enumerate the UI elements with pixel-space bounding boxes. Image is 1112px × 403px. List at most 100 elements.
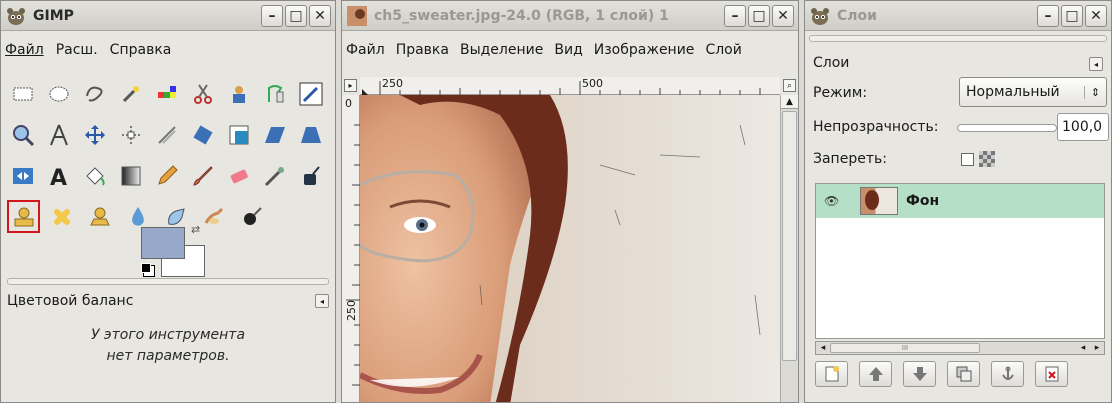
anchor-layer-button[interactable] xyxy=(991,361,1024,387)
layers-tab-label: Слои xyxy=(813,55,850,71)
paintbrush-icon[interactable] xyxy=(188,159,219,192)
layer-row[interactable]: 👁 Фон xyxy=(816,184,1104,218)
delete-layer-button[interactable] xyxy=(1035,361,1068,387)
minimize-icon[interactable]: – xyxy=(1037,4,1059,27)
menu-file[interactable]: Файл xyxy=(5,42,44,58)
image-title: ch5_sweater.jpg-24.0 (RGB, 1 слой) 1 xyxy=(374,7,669,24)
duplicate-layer-button[interactable] xyxy=(947,361,980,387)
menu-file[interactable]: Файл xyxy=(346,42,385,58)
gimp-logo-icon xyxy=(809,5,831,27)
arrow-up-icon xyxy=(868,367,883,381)
default-colors-icon[interactable] xyxy=(141,263,151,273)
minimize-icon[interactable]: – xyxy=(724,4,746,27)
paths-icon[interactable] xyxy=(260,77,291,110)
scroll-up-icon[interactable]: ▲ xyxy=(781,95,798,109)
mode-dropdown[interactable]: Нормальный ⇕ xyxy=(959,77,1107,107)
foreground-color-swatch[interactable] xyxy=(141,227,185,259)
opacity-spinbox[interactable]: 100,0 xyxy=(1057,113,1109,141)
select-by-color-icon[interactable] xyxy=(151,77,182,110)
image-canvas[interactable] xyxy=(360,95,780,402)
close-icon[interactable]: ✕ xyxy=(1085,4,1107,27)
flip-icon[interactable] xyxy=(7,159,38,192)
tool-grid: A xyxy=(7,77,327,241)
tab-menu-icon[interactable]: ◂ xyxy=(315,294,329,308)
close-icon[interactable]: ✕ xyxy=(309,4,331,27)
text-icon[interactable]: A xyxy=(43,159,74,192)
scroll-left-icon[interactable]: ◂ xyxy=(816,343,830,353)
quick-mask-menu-icon[interactable]: ▸ xyxy=(344,79,357,92)
close-icon[interactable]: ✕ xyxy=(772,4,794,27)
maximize-icon[interactable]: □ xyxy=(748,4,770,27)
tab-menu-icon[interactable]: ◂ xyxy=(1089,57,1103,71)
convolve-icon[interactable] xyxy=(235,200,268,233)
scroll-thumb[interactable]: III xyxy=(830,343,980,353)
vertical-scrollbar[interactable]: ▲ xyxy=(780,95,798,402)
measure-icon[interactable] xyxy=(43,118,74,151)
toolbox-titlebar[interactable]: GIMP – □ ✕ xyxy=(1,1,335,31)
blend-icon[interactable] xyxy=(115,159,146,192)
menu-help[interactable]: Справка xyxy=(110,42,172,58)
scroll-right-icon[interactable]: ▸ xyxy=(1090,343,1104,353)
mode-label: Режим: xyxy=(813,85,868,101)
dock-separator[interactable] xyxy=(7,278,329,285)
layer-name[interactable]: Фон xyxy=(906,193,939,209)
color-picker-icon[interactable] xyxy=(296,77,327,110)
minimize-icon[interactable]: – xyxy=(261,4,283,27)
anchor-icon xyxy=(1001,366,1014,380)
lock-pixels-checkbox[interactable] xyxy=(961,153,974,166)
move-icon[interactable] xyxy=(79,118,110,151)
align-icon[interactable] xyxy=(115,118,146,151)
perspective-clone-icon[interactable] xyxy=(83,200,116,233)
maximize-icon[interactable]: □ xyxy=(285,4,307,27)
horizontal-scrollbar[interactable]: ◂ III ◂ ▸ xyxy=(815,341,1105,355)
layer-list[interactable]: 👁 Фон xyxy=(815,183,1105,339)
opacity-label: Непрозрачность: xyxy=(813,119,939,135)
lower-layer-button[interactable] xyxy=(903,361,936,387)
delete-icon xyxy=(1045,366,1058,382)
new-layer-button[interactable] xyxy=(815,361,848,387)
opacity-slider[interactable] xyxy=(957,124,1057,132)
menu-select[interactable]: Выделение xyxy=(460,42,543,58)
free-select-icon[interactable] xyxy=(79,77,110,110)
clone-icon[interactable] xyxy=(7,200,40,233)
fuzzy-select-icon[interactable] xyxy=(115,77,146,110)
vertical-ruler[interactable]: 0 250 xyxy=(342,95,360,402)
heal-icon[interactable] xyxy=(45,200,78,233)
lock-label: Запереть: xyxy=(813,151,887,167)
maximize-icon[interactable]: □ xyxy=(1061,4,1083,27)
fg-bg-colors[interactable]: ⇄ xyxy=(141,223,211,279)
shear-icon[interactable] xyxy=(260,118,291,151)
pencil-icon[interactable] xyxy=(151,159,182,192)
rect-select-icon[interactable] xyxy=(7,77,38,110)
bucket-fill-icon[interactable] xyxy=(79,159,110,192)
lock-alpha-icon[interactable] xyxy=(979,151,995,167)
eraser-icon[interactable] xyxy=(224,159,255,192)
layers-titlebar[interactable]: Слои – □ ✕ xyxy=(805,1,1111,31)
ellipse-select-icon[interactable] xyxy=(43,77,74,110)
zoom-fit-icon[interactable]: ⌕ xyxy=(783,79,796,92)
perspective-icon[interactable] xyxy=(296,118,327,151)
menu-image[interactable]: Изображение xyxy=(594,42,695,58)
menu-layer[interactable]: Слой xyxy=(705,42,741,58)
scale-icon[interactable] xyxy=(224,118,255,151)
airbrush-icon[interactable] xyxy=(260,159,291,192)
raise-layer-button[interactable] xyxy=(859,361,892,387)
rotate-icon[interactable] xyxy=(188,118,219,151)
crop-icon[interactable] xyxy=(151,118,182,151)
foreground-select-icon[interactable] xyxy=(224,77,255,110)
image-thumbnail-icon xyxy=(346,5,368,27)
zoom-icon[interactable] xyxy=(7,118,38,151)
menu-edit[interactable]: Правка xyxy=(396,42,449,58)
horizontal-ruler[interactable]: 250 500 xyxy=(360,77,780,95)
menu-extensions[interactable]: Расш. xyxy=(56,42,98,58)
scissors-icon[interactable] xyxy=(188,77,219,110)
scroll-left-icon-2[interactable]: ◂ xyxy=(1076,343,1090,353)
eye-visibility-icon[interactable]: 👁 xyxy=(824,194,860,208)
menu-view[interactable]: Вид xyxy=(554,42,582,58)
ink-icon[interactable] xyxy=(296,159,327,192)
svg-text:A: A xyxy=(50,166,67,188)
dock-grip[interactable] xyxy=(809,35,1107,42)
swap-colors-icon[interactable]: ⇄ xyxy=(191,223,200,236)
scroll-thumb[interactable] xyxy=(782,111,797,361)
image-titlebar[interactable]: ch5_sweater.jpg-24.0 (RGB, 1 слой) 1 – □… xyxy=(342,1,798,31)
